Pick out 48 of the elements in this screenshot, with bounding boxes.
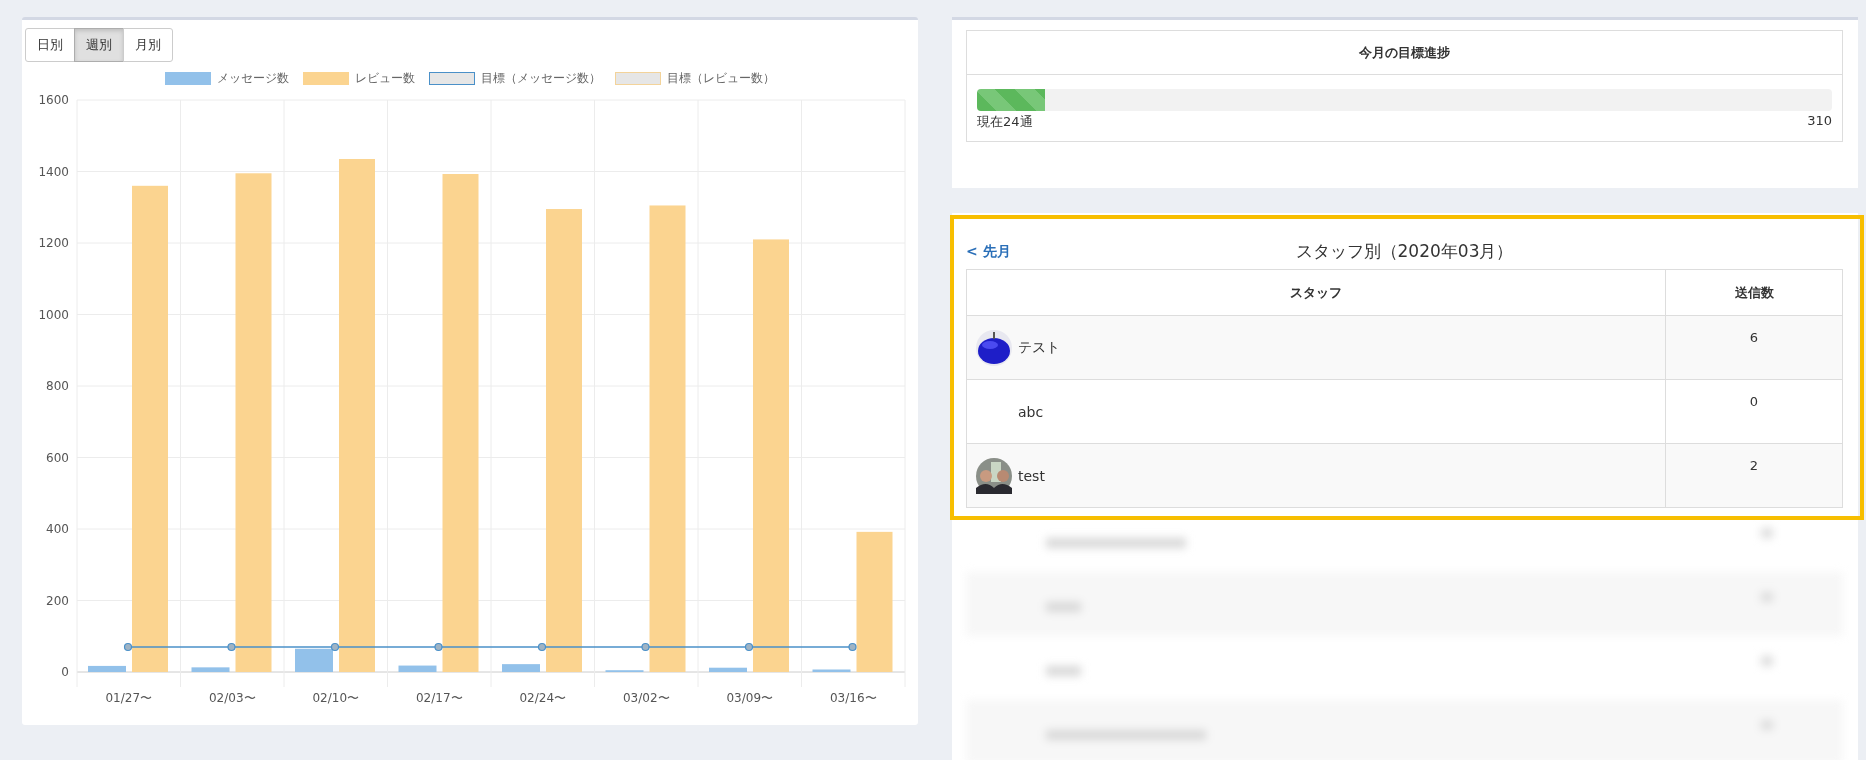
count-cell: 6 bbox=[1665, 315, 1843, 380]
count-cell: 2 bbox=[1665, 443, 1843, 508]
chart-bar bbox=[295, 648, 333, 672]
y-tick-label: 0 bbox=[61, 665, 69, 679]
x-tick-label: 03/09〜 bbox=[726, 691, 774, 705]
x-tick-label: 02/17〜 bbox=[415, 691, 463, 705]
y-tick-label: 600 bbox=[46, 450, 69, 465]
target-count: 310 bbox=[1807, 113, 1832, 130]
y-tick-label: 400 bbox=[46, 522, 69, 536]
period-tab[interactable]: 月別 bbox=[123, 28, 173, 62]
legend-swatch bbox=[303, 71, 349, 85]
period-tab[interactable]: 週別 bbox=[74, 28, 124, 62]
y-tick-label: 800 bbox=[46, 379, 69, 393]
chart-bar bbox=[709, 667, 747, 672]
goal-title: 今月の目標進捗 bbox=[967, 31, 1842, 75]
legend-label[interactable]: メッセージ数 bbox=[217, 69, 289, 87]
column-header: 送信数 bbox=[1665, 269, 1843, 316]
chart-bar bbox=[191, 667, 230, 672]
chart-bar bbox=[812, 669, 851, 672]
y-tick-label: 200 bbox=[46, 593, 69, 608]
legend-swatch bbox=[165, 71, 211, 85]
y-tick-label: 1400 bbox=[38, 164, 69, 179]
x-tick-label: 02/10〜 bbox=[312, 691, 360, 705]
staff-cell: test bbox=[966, 443, 1666, 508]
legend-swatch bbox=[429, 71, 475, 85]
x-tick-label: 03/02〜 bbox=[622, 691, 670, 705]
legend-label[interactable]: 目標（メッセージ数） bbox=[481, 69, 601, 87]
x-tick-label: 02/24〜 bbox=[519, 691, 567, 705]
staff-cell: テスト bbox=[966, 315, 1666, 380]
x-tick-label: 01/27〜 bbox=[105, 691, 153, 705]
x-tick-label: 02/03〜 bbox=[208, 691, 256, 705]
chart-bar bbox=[502, 664, 540, 672]
column-header: スタッフ bbox=[966, 269, 1666, 316]
period-tab[interactable]: 日別 bbox=[25, 28, 75, 62]
y-tick-label: 1000 bbox=[38, 307, 69, 322]
legend-swatch bbox=[615, 71, 661, 85]
count-cell: 0 bbox=[1665, 379, 1843, 444]
y-tick-label: 1600 bbox=[38, 93, 69, 107]
current-count: 現在24通 bbox=[977, 113, 1033, 131]
chart-bar bbox=[398, 665, 437, 672]
legend-label[interactable]: レビュー数 bbox=[355, 69, 415, 87]
staff-title: スタッフ別（2020年03月） bbox=[1295, 239, 1514, 263]
staff-cell: abc bbox=[966, 379, 1666, 444]
y-tick-label: 1200 bbox=[38, 236, 69, 250]
previous-month-link[interactable]: < 先月 bbox=[966, 243, 1011, 261]
x-tick-label: 03/16〜 bbox=[829, 691, 877, 705]
chart-bar bbox=[88, 665, 126, 672]
legend-label[interactable]: 目標（レビュー数） bbox=[667, 69, 775, 87]
